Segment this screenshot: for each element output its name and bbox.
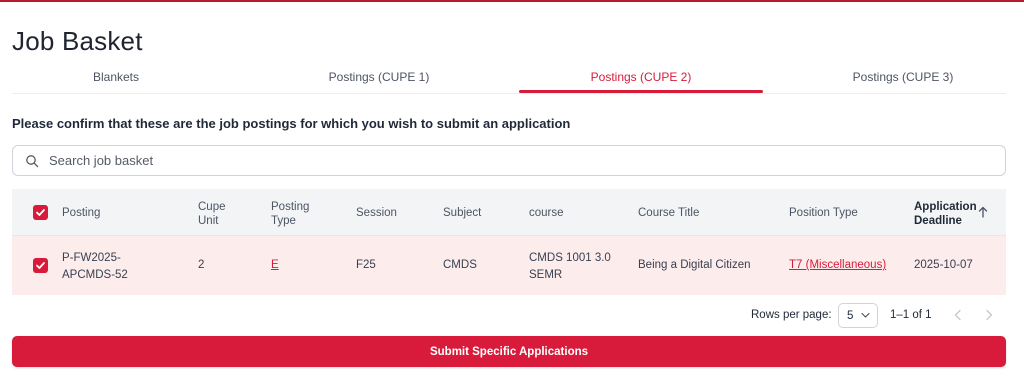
cell-subject: CMDS	[443, 259, 477, 271]
column-header-position-type[interactable]: Position Type	[789, 206, 858, 220]
search-box[interactable]	[12, 145, 1006, 176]
column-header-application-deadline[interactable]: Application Deadline	[914, 200, 977, 228]
chevron-right-icon[interactable]	[981, 307, 997, 323]
column-header-course-title[interactable]: Course Title	[638, 206, 699, 220]
column-header-course[interactable]: course	[529, 206, 564, 220]
active-tab-indicator	[519, 90, 763, 93]
chevron-down-icon	[861, 312, 870, 318]
tab-postings-cupe-3[interactable]: Postings (CUPE 3)	[790, 62, 1016, 92]
tab-postings-cupe-1[interactable]: Postings (CUPE 1)	[270, 62, 488, 92]
rows-per-page-value: 5	[847, 309, 854, 322]
cell-cupe-unit: 2	[198, 259, 205, 271]
column-header-deadline-line1: Application	[914, 201, 977, 213]
cell-course-line1: CMDS 1001 3.0	[529, 252, 611, 264]
cell-position-type-link[interactable]: T7 (Miscellaneous)	[789, 258, 886, 272]
tab-postings-cupe-2[interactable]: Postings (CUPE 2)	[519, 62, 763, 92]
job-basket-table: Posting Cupe Unit Posting Type Session S…	[12, 189, 1006, 295]
cell-posting: P-FW2025- APCMDS-52	[62, 250, 128, 284]
column-header-session[interactable]: Session	[356, 206, 397, 220]
check-icon	[36, 262, 45, 269]
tab-divider	[12, 93, 1006, 94]
cell-posting-type-link[interactable]: E	[271, 258, 279, 272]
cell-posting-line1: P-FW2025-	[62, 252, 121, 264]
top-accent-line	[0, 0, 1024, 2]
column-header-posting-type-line2: Type	[271, 215, 296, 227]
column-header-subject[interactable]: Subject	[443, 206, 481, 220]
table-header: Posting Cupe Unit Posting Type Session S…	[12, 189, 1006, 236]
table-row[interactable]: P-FW2025- APCMDS-52 2 E F25 CMDS CMDS 10…	[12, 236, 1006, 295]
cell-session: F25	[356, 259, 376, 271]
tab-bar: Blankets Postings (CUPE 1) Postings (CUP…	[0, 62, 1024, 94]
column-header-posting-type[interactable]: Posting Type	[271, 200, 309, 228]
page-title: Job Basket	[12, 26, 143, 56]
rows-per-page-select[interactable]: 5	[838, 303, 878, 328]
column-header-cupe-unit[interactable]: Cupe Unit	[198, 200, 226, 228]
row-checkbox[interactable]	[33, 258, 48, 273]
search-input[interactable]	[49, 153, 949, 168]
check-icon	[36, 209, 45, 216]
submit-applications-button[interactable]: Submit Specific Applications	[12, 336, 1006, 367]
column-header-deadline-line2: Deadline	[914, 215, 962, 227]
tab-blankets[interactable]: Blankets	[12, 62, 220, 92]
column-header-posting[interactable]: Posting	[62, 206, 100, 220]
cell-course-line2: SEMR	[529, 269, 563, 281]
cell-course-title: Being a Digital Citizen	[638, 259, 751, 271]
chevron-left-icon[interactable]	[950, 307, 966, 323]
column-header-cupe-unit-line1: Cupe	[198, 201, 226, 213]
cell-posting-line2: APCMDS-52	[62, 269, 128, 281]
rows-per-page-label: Rows per page:	[751, 309, 832, 321]
select-all-checkbox[interactable]	[33, 205, 48, 220]
cell-course: CMDS 1001 3.0 SEMR	[529, 250, 611, 284]
instruction-text: Please confirm that these are the job po…	[12, 116, 571, 131]
search-icon	[26, 154, 39, 167]
column-header-posting-type-line1: Posting	[271, 201, 310, 213]
cell-deadline: 2025-10-07	[914, 259, 973, 271]
arrow-up-icon[interactable]	[978, 206, 988, 218]
pagination-range: 1–1 of 1	[890, 309, 932, 321]
column-header-cupe-unit-line2: Unit	[198, 215, 219, 227]
